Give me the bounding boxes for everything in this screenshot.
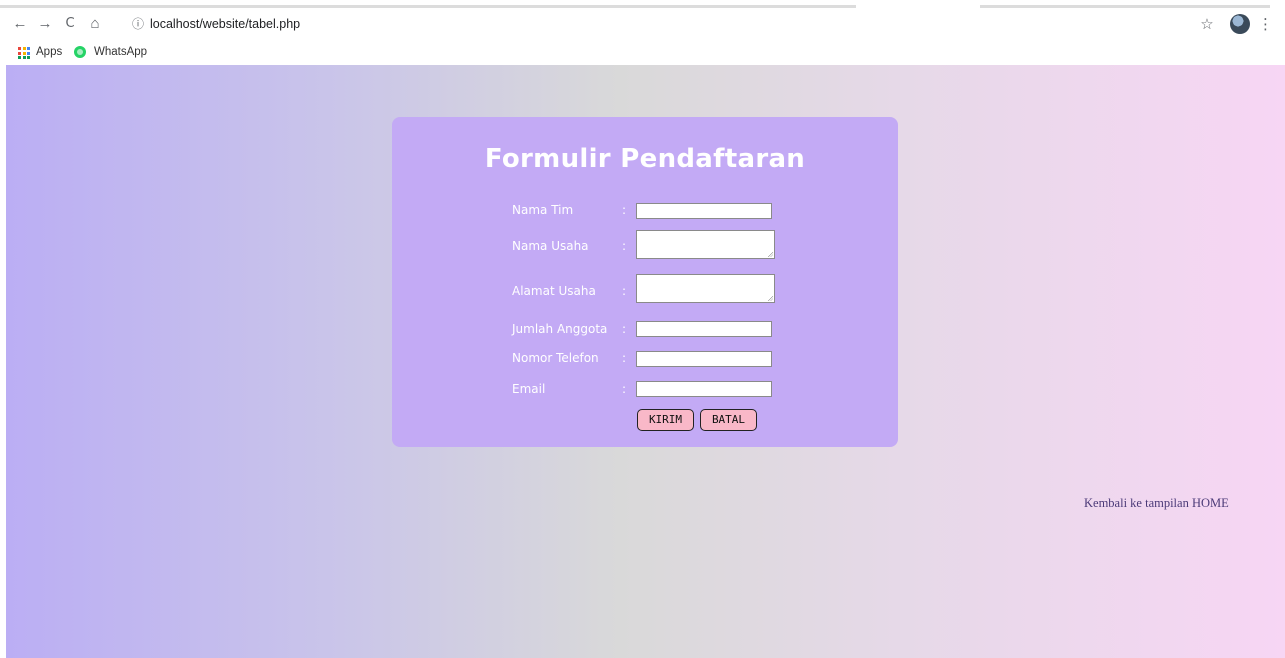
label-nama-tim: Nama Tim <box>512 203 574 217</box>
page-viewport: Formulir Pendaftaran Nama Tim : Nama Usa… <box>6 65 1285 658</box>
whatsapp-icon <box>74 46 86 58</box>
colon: : <box>622 239 627 253</box>
tab-indicator[interactable] <box>0 5 856 8</box>
colon: : <box>622 382 627 396</box>
forward-icon[interactable]: → <box>35 12 55 36</box>
jumlah-anggota-input[interactable] <box>636 321 772 337</box>
colon: : <box>622 351 627 365</box>
browser-chrome: ← → C ⌂ ⓘ localhost/website/tabel.php ☆ … <box>0 0 1285 65</box>
browser-menu-icon[interactable]: ⋮ <box>1258 12 1273 36</box>
colon: : <box>622 322 627 336</box>
bookmark-label: Apps <box>36 46 63 58</box>
tab-indicator[interactable] <box>980 5 1270 8</box>
alamat-usaha-textarea[interactable] <box>636 274 775 303</box>
home-icon[interactable]: ⌂ <box>85 12 105 36</box>
back-icon[interactable]: ← <box>10 12 30 36</box>
kirim-button[interactable]: KIRIM <box>637 409 694 431</box>
label-jumlah-anggota: Jumlah Anggota <box>512 322 608 336</box>
label-alamat-usaha: Alamat Usaha <box>512 284 596 298</box>
bookmark-label: WhatsApp <box>94 46 148 58</box>
label-nama-usaha: Nama Usaha <box>512 239 589 253</box>
browser-toolbar: ← → C ⌂ ⓘ localhost/website/tabel.php <box>0 12 1285 36</box>
profile-avatar[interactable] <box>1230 14 1250 34</box>
url-text[interactable]: localhost/website/tabel.php <box>150 12 300 36</box>
address-bar[interactable]: ⓘ localhost/website/tabel.php <box>122 12 1222 36</box>
apps-grid-icon <box>18 47 30 59</box>
bookmark-star-icon[interactable]: ☆ <box>1197 12 1217 36</box>
registration-form: Formulir Pendaftaran Nama Tim : Nama Usa… <box>392 117 898 447</box>
email-input[interactable] <box>636 381 772 397</box>
colon: : <box>622 284 627 298</box>
label-nomor-telefon: Nomor Telefon <box>512 351 599 365</box>
colon: : <box>622 203 627 217</box>
nama-usaha-textarea[interactable] <box>636 230 775 259</box>
nama-tim-input[interactable] <box>636 203 772 219</box>
label-email: Email <box>512 382 546 396</box>
batal-button[interactable]: BATAL <box>700 409 757 431</box>
form-title: Formulir Pendaftaran <box>484 144 806 174</box>
info-icon[interactable]: ⓘ <box>132 12 144 36</box>
nomor-telefon-input[interactable] <box>636 351 772 367</box>
tab-strip <box>0 0 1285 10</box>
bookmarks-bar: Apps WhatsApp <box>0 42 400 62</box>
home-link[interactable]: Kembali ke tampilan HOME <box>1084 496 1229 511</box>
reload-icon[interactable]: C <box>60 12 80 36</box>
